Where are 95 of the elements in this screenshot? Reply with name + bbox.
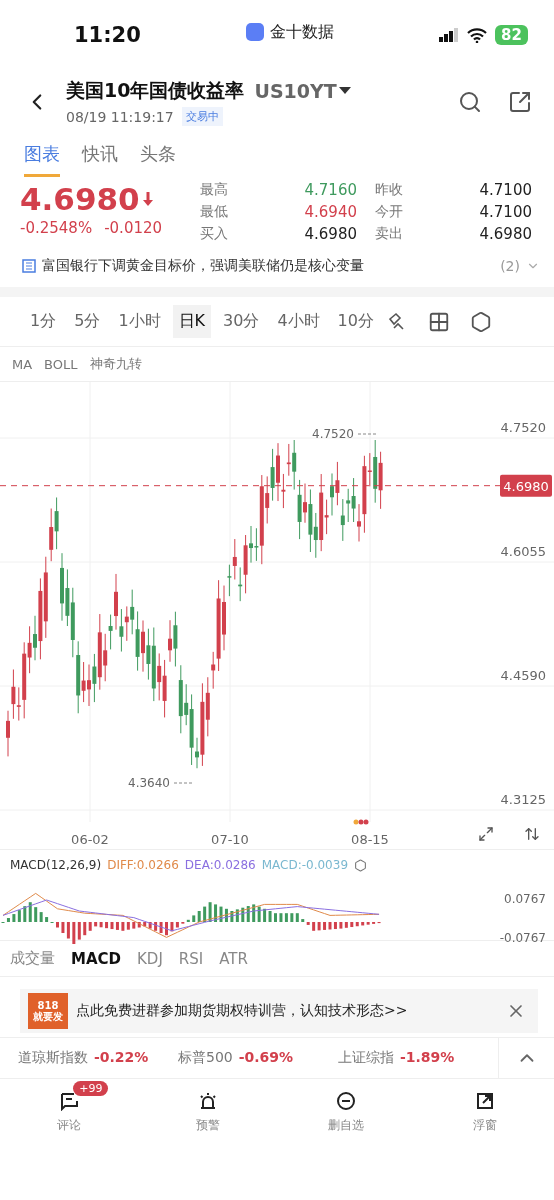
indicator-tab[interactable]: 成交量 xyxy=(10,949,55,968)
high-price-label: 4.7520 xyxy=(312,427,354,441)
layout-grid-icon[interactable] xyxy=(427,310,450,333)
signal-icon xyxy=(439,28,460,42)
caret-icon xyxy=(338,87,351,95)
settings-icon[interactable] xyxy=(469,310,492,333)
app-name: 金十数据 xyxy=(270,21,334,43)
nav-button[interactable]: 删自选 xyxy=(277,1081,416,1138)
stat-value: 4.6980 xyxy=(303,225,358,243)
symbol-dropdown[interactable]: US10YT xyxy=(254,80,351,102)
axis-label: 4.6055 xyxy=(500,544,546,559)
index-name: 标普500 xyxy=(178,1049,233,1067)
timeframe-tab[interactable]: 1小时 xyxy=(112,305,167,338)
app-logo-icon xyxy=(246,23,264,41)
date-label: 07-10 xyxy=(211,832,249,847)
search-icon xyxy=(458,90,482,114)
news-headline[interactable]: 富国银行下调黄金目标价，强调美联储仍是核心变量 xyxy=(42,257,495,275)
share-icon xyxy=(508,90,532,114)
indicator-title: MACD(12,26,9) xyxy=(10,858,102,872)
leader-line xyxy=(173,782,195,784)
low-price-label: 4.3640 xyxy=(128,776,170,790)
index-change: -0.69% xyxy=(238,1049,294,1067)
timeframe-tab[interactable]: 10分 xyxy=(331,305,380,338)
indicator-tab[interactable]: MA xyxy=(12,355,33,373)
stat-label: 昨收 xyxy=(375,181,403,199)
settings-icon[interactable] xyxy=(354,858,368,872)
indicator-tab[interactable]: RSI xyxy=(178,949,204,968)
stat-label: 最高 xyxy=(200,181,228,199)
axis-label: 4.3125 xyxy=(500,792,546,807)
timeframe-tab[interactable]: 1分 xyxy=(24,305,63,338)
nav-button[interactable]: 浮窗 xyxy=(415,1081,554,1138)
vertical-scale-icon[interactable] xyxy=(524,826,540,842)
axis-label: 0.0767 xyxy=(504,892,546,906)
stat-label: 今开 xyxy=(375,203,403,221)
stat-label: 卖出 xyxy=(375,225,403,243)
macd-bar xyxy=(165,922,168,936)
promo-text: 点此免费进群参加期货期权特训营，认知技术形态>> xyxy=(76,1002,409,1020)
stat-value: 4.7160 xyxy=(303,181,358,199)
indicator-tab[interactable]: 神奇九转 xyxy=(89,355,142,373)
timestamp: 08/19 11:19:17 xyxy=(66,108,174,125)
timeframe-tab[interactable]: 日K xyxy=(172,305,212,338)
index-change: -0.22% xyxy=(94,1049,149,1067)
stat-label: 最低 xyxy=(200,203,228,221)
promo-banner[interactable]: 818 就要发 点此免费进群参加期货期权特训营，认知技术形态>> xyxy=(20,989,538,1033)
last-price-tag: 4.6980 xyxy=(500,474,552,497)
tab[interactable]: 图表 xyxy=(24,140,60,177)
wifi-icon xyxy=(467,27,488,43)
indicator-tab[interactable]: BOLL xyxy=(44,355,78,373)
timeframe-tab[interactable]: 4小时 xyxy=(271,305,326,338)
arrow-down-icon xyxy=(141,191,154,207)
index-name: 上证综指 xyxy=(338,1049,394,1067)
promo-badge: 818 就要发 xyxy=(28,993,68,1029)
expand-icon[interactable] xyxy=(478,826,494,842)
axis-label: 4.7520 xyxy=(500,420,546,435)
axis-label: -0.0767 xyxy=(499,931,546,945)
nav-button[interactable]: +99 评论 xyxy=(0,1081,139,1138)
tab[interactable]: 快讯 xyxy=(82,140,118,177)
indicator-tab[interactable]: KDJ xyxy=(137,949,163,968)
change-percent: -0.2548% xyxy=(20,219,93,237)
news-icon xyxy=(22,259,36,273)
indicator-tab[interactable]: MACD xyxy=(71,949,121,968)
index-name: 道琼斯指数 xyxy=(18,1049,88,1067)
comment-icon xyxy=(59,1091,80,1111)
stat-value: 4.7100 xyxy=(478,203,533,221)
news-count: (2) xyxy=(500,258,520,274)
dea-value: DEA:0.0286 xyxy=(184,858,256,872)
count-badge: +99 xyxy=(73,1081,109,1096)
stat-value: 4.6980 xyxy=(478,225,533,243)
minus-circle-icon xyxy=(336,1091,357,1111)
current-price: 4.6980 xyxy=(20,181,140,217)
tab[interactable]: 头条 xyxy=(140,140,176,177)
stat-label: 买入 xyxy=(200,225,228,243)
siren-icon xyxy=(197,1091,218,1111)
macd-value: MACD:-0.0039 xyxy=(261,858,349,872)
date-label: 08-15 xyxy=(351,832,389,847)
nav-button[interactable]: 预警 xyxy=(138,1081,277,1138)
clock-time: 11:20 xyxy=(74,23,141,47)
index-change: -1.89% xyxy=(400,1049,455,1067)
diff-value: DIFF:0.0266 xyxy=(107,858,179,872)
macd-bar xyxy=(56,922,59,928)
date-label: 06-02 xyxy=(71,832,109,847)
indicator-tab[interactable]: ATR xyxy=(219,949,248,968)
page-title: 美国10年国债收益率 xyxy=(66,78,245,103)
macd-bar xyxy=(274,913,277,922)
trading-status-badge: 交易中 xyxy=(181,107,223,126)
float-window-icon xyxy=(474,1091,495,1111)
leader-line xyxy=(357,433,379,435)
change-value: -0.0120 xyxy=(104,219,163,237)
axis-label: 4.4590 xyxy=(500,668,546,683)
stat-value: 4.6940 xyxy=(303,203,358,221)
stat-value: 4.7100 xyxy=(478,181,533,199)
event-dots-icon[interactable] xyxy=(353,819,369,825)
timeframe-tab[interactable]: 30分 xyxy=(217,305,266,338)
battery-level: 82 xyxy=(495,25,528,45)
timeframe-tab[interactable]: 5分 xyxy=(68,305,107,338)
